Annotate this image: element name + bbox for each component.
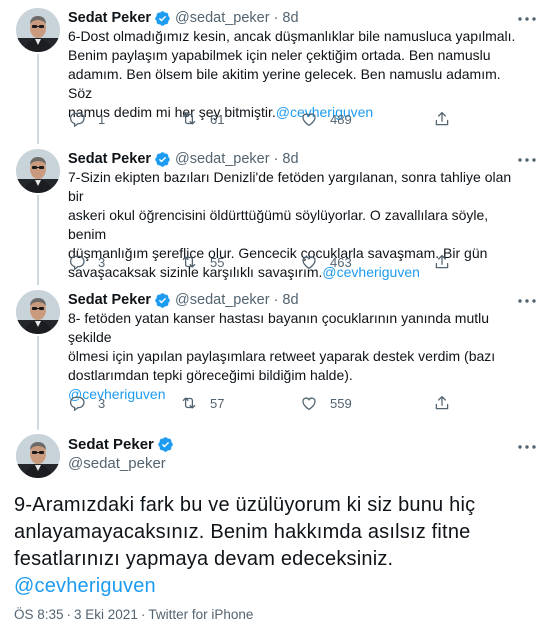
tweet-time[interactable]: 8d [282, 151, 298, 167]
like-count: 489 [330, 111, 352, 127]
avatar[interactable] [16, 290, 60, 334]
author-handle[interactable]: @sedat_peker [68, 455, 178, 472]
tweet-time[interactable]: 8d [282, 10, 298, 26]
author-name[interactable]: Sedat Peker [68, 436, 154, 453]
more-icon[interactable] [517, 153, 537, 167]
reply-button[interactable]: 3 [68, 394, 105, 412]
reply-count: 3 [98, 395, 106, 411]
verified-badge-icon [154, 292, 171, 309]
reply-icon [68, 110, 86, 128]
tweet-time[interactable]: 8d [282, 292, 298, 308]
main-tweet-text: 9-Aramızdaki fark bu ve üzülüyorum ki si… [14, 494, 476, 597]
share-icon [433, 253, 451, 271]
separator: · [66, 607, 72, 622]
retweet-button[interactable]: 55 [180, 253, 224, 271]
tweet-actions: 3 55 463 [60, 253, 460, 273]
avatar[interactable] [16, 434, 60, 478]
like-icon [300, 110, 318, 128]
reply-count: 1 [98, 111, 106, 127]
retweet-count: 61 [210, 111, 225, 127]
separator: · [273, 10, 279, 26]
separator: · [273, 151, 279, 167]
share-button[interactable] [433, 110, 451, 128]
tweet-actions: 3 57 559 [60, 394, 460, 414]
share-icon [433, 394, 451, 412]
retweet-button[interactable]: 57 [180, 394, 224, 412]
avatar[interactable] [16, 149, 60, 193]
verified-badge-icon [157, 436, 174, 453]
share-button[interactable] [433, 394, 451, 412]
retweet-button[interactable]: 61 [180, 110, 224, 128]
retweet-count: 55 [210, 254, 225, 270]
like-icon [300, 394, 318, 412]
retweet-icon [180, 110, 198, 128]
tweet-source[interactable]: Twitter for iPhone [148, 607, 253, 622]
like-button[interactable]: 559 [300, 394, 352, 412]
separator: · [140, 607, 146, 622]
tweet-header: Sedat Peker @sedat_peker · 8d [68, 149, 299, 169]
like-button[interactable]: 463 [300, 253, 352, 271]
more-icon[interactable] [517, 440, 537, 454]
verified-badge-icon [154, 10, 171, 27]
avatar[interactable] [16, 8, 60, 52]
author-name[interactable]: Sedat Peker [68, 151, 151, 167]
tweet[interactable]: Sedat Peker @sedat_peker · 8d 7-Sizin ek… [0, 149, 557, 280]
main-tweet-header: Sedat Peker @sedat_peker [68, 436, 178, 472]
separator: · [273, 292, 279, 308]
more-icon[interactable] [517, 294, 537, 308]
tweet-text: 6-Dost olmadığımız kesin, ancak düşmanlı… [68, 28, 516, 120]
author-handle[interactable]: @sedat_peker [175, 151, 270, 167]
reply-button[interactable]: 3 [68, 253, 105, 271]
tweet-header: Sedat Peker @sedat_peker · 8d [68, 8, 299, 28]
reply-button[interactable]: 1 [68, 110, 105, 128]
mention-link[interactable]: @cevheriguven [14, 575, 156, 597]
tweet-text: 8- fetöden yatan kanser hastası bayanın … [68, 310, 496, 402]
share-button[interactable] [433, 253, 451, 271]
like-count: 463 [330, 254, 352, 270]
like-icon [300, 253, 318, 271]
tweet-timestamp[interactable]: ÖS 8:35 [14, 607, 64, 622]
more-icon[interactable] [517, 12, 537, 26]
author-name[interactable]: Sedat Peker [68, 292, 151, 308]
author-name[interactable]: Sedat Peker [68, 10, 151, 26]
reply-icon [68, 394, 86, 412]
share-icon [433, 110, 451, 128]
like-count: 559 [330, 395, 352, 411]
tweet-actions: 1 61 489 [60, 110, 460, 130]
verified-badge-icon [154, 151, 171, 168]
retweet-count: 57 [210, 395, 225, 411]
author-handle[interactable]: @sedat_peker [175, 10, 270, 26]
tweet[interactable]: Sedat Peker @sedat_peker · 8d 6-Dost olm… [0, 8, 557, 138]
like-button[interactable]: 489 [300, 110, 352, 128]
author-handle[interactable]: @sedat_peker [175, 292, 270, 308]
tweet-date[interactable]: 3 Eki 2021 [74, 607, 138, 622]
tweet-meta: ÖS 8:35 · 3 Eki 2021 · Twitter for iPhon… [14, 607, 253, 622]
tweet-header: Sedat Peker @sedat_peker · 8d [68, 290, 299, 310]
tweet[interactable]: Sedat Peker @sedat_peker · 8d 8- fetöden… [0, 290, 557, 420]
reply-count: 3 [98, 254, 106, 270]
reply-icon [68, 253, 86, 271]
retweet-icon [180, 394, 198, 412]
retweet-icon [180, 253, 198, 271]
